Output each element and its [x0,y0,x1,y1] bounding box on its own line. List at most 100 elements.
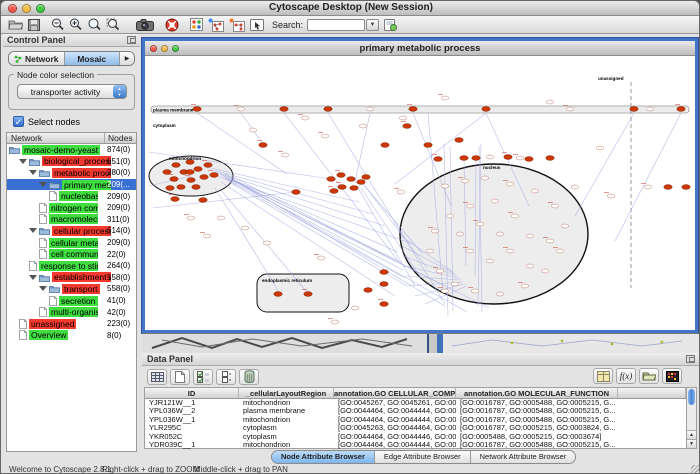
tree-item-primary-metabo[interactable]: primary metabo209(... [7,179,136,191]
tree-item-biological-process[interactable]: biological_process651(0) [7,156,136,168]
layout-icon[interactable] [190,17,203,33]
column-header[interactable]: annotation.GO CELLULAR_COMPONENT [334,388,456,398]
select-all-attributes-icon[interactable] [147,369,167,385]
table-cell[interactable]: YKR052C [145,433,239,441]
attribute-table-header[interactable]: ID_cellularLayoutRegionannotation.GO CEL… [145,388,686,399]
disclosure-triangle-icon[interactable] [29,228,37,233]
tree-item-response-to-stimulu[interactable]: response to stimulu264(0) [7,260,136,272]
new-attribute-icon[interactable] [170,369,190,385]
zoom-out-icon[interactable] [51,17,64,33]
float-panel-icon[interactable] [686,355,695,363]
select-attributes-icon[interactable] [193,369,213,385]
link-out-icon[interactable] [384,17,397,33]
search-dropdown-button[interactable]: ▼ [366,19,379,31]
table-cell[interactable]: [GO:0016787, GO:0005488, GO:0005215, G..… [456,416,618,424]
tree-item-nucleobase-[interactable]: nucleobase-209(0) [7,190,136,202]
table-cell[interactable]: [GO:0016787, GO:0005215, GO:0003824, G..… [456,424,618,432]
table-cell[interactable]: YPL036W__2 [145,407,239,415]
network-window-titlebar[interactable]: primary metabolic process [145,41,695,56]
snapshot-icon[interactable] [136,17,154,33]
table-cell[interactable]: [GO:0044464, GO:0044444, GO:0044425, G..… [334,407,456,415]
zoom-selected-icon[interactable] [87,17,101,33]
table-cell[interactable]: [GO:0005488, GO:0005215, GO:0003674] [456,433,618,441]
table-row[interactable]: YKR052Ccytoplasm[GO:0044464, GO:0044446,… [145,433,686,441]
tree-item-metabolic-process[interactable]: metabolic process280(0) [7,167,136,179]
column-header[interactable]: _cellularLayoutRegion [239,388,334,398]
help-icon[interactable] [165,17,179,33]
tab-mosaic[interactable]: Mosaic [65,52,121,65]
table-cell[interactable]: [GO:0044464, GO:0044444, GO:0044425, G..… [334,441,456,449]
heatmap-icon[interactable] [662,368,682,384]
disclosure-triangle-icon[interactable] [19,159,27,164]
tree-item-unassigned[interactable]: unassigned223(0) [7,318,136,330]
table-cell[interactable]: plasma membrane [239,407,334,415]
table-cell[interactable]: cytoplasm [239,433,334,441]
table-row[interactable]: YPL036W__1mitochondrion[GO:0044464, GO:0… [145,416,686,424]
disclosure-triangle-icon[interactable] [39,182,47,187]
table-cell[interactable]: [GO:0044464, GO:0044444, GO:0044425, G..… [334,416,456,424]
table-cell[interactable]: YDR039C__1 [145,441,239,449]
scroll-up-button[interactable]: ▲ [687,430,696,439]
open-session-icon[interactable] [8,17,23,33]
scrollbar-thumb[interactable] [688,389,695,405]
table-cell[interactable]: YJR121W__1 [145,399,239,407]
table-scrollbar[interactable]: ▲ ▼ [686,387,697,449]
tab-network-attribute-browser[interactable]: Network Attribute Browser [471,451,576,463]
disclosure-triangle-icon[interactable] [29,275,37,280]
search-input[interactable] [307,19,365,31]
table-row[interactable]: YPL036W__2plasma membrane[GO:0044464, GO… [145,407,686,415]
select-nodes-checkbox[interactable]: ✓ [13,116,24,127]
tree-item-cell-communicat[interactable]: cell communicat22(0) [7,248,136,260]
table-cell[interactable]: [GO:0016787, GO:0005488, GO:0005215, G..… [456,441,618,449]
tree-item-mosaic-demo-yeast[interactable]: mosaic-demo-yeast874(0) [7,144,136,156]
table-cell[interactable]: mitochondrion [239,399,334,407]
unselect-attributes-icon[interactable] [216,369,236,385]
float-panel-icon[interactable] [127,36,136,44]
scroll-down-button[interactable]: ▼ [687,439,696,448]
table-row[interactable]: YDR039C__1mitochondrion[GO:0044464, GO:0… [145,441,686,449]
delete-attribute-icon[interactable] [239,369,259,385]
tree-item-establishment-of-lo[interactable]: establishment of lo558(0) [7,272,136,284]
tree-item-overview[interactable]: Overview8(0) [7,330,136,342]
node-color-dropdown[interactable]: transporter activity ▲▼ [17,84,127,99]
disclosure-triangle-icon[interactable] [29,170,37,175]
zoom-fit-icon[interactable] [106,17,120,33]
zoom-in-icon[interactable] [69,17,82,33]
tree-item-nitrogen-compo[interactable]: nitrogen compo209(0) [7,202,136,214]
tab-network[interactable]: Network [9,52,65,65]
tab-overflow-arrow[interactable]: ▶ [120,52,134,65]
table-cell[interactable]: YLR295C [145,424,239,432]
resize-grip[interactable] [691,465,700,474]
table-cell[interactable]: cytoplasm [239,424,334,432]
table-row[interactable]: YJR121W__1mitochondrion[GO:0045267, GO:0… [145,399,686,407]
tree-item-transport[interactable]: transport558(0) [7,283,136,295]
table-cell[interactable]: mitochondrion [239,441,334,449]
modify-network-icon[interactable] [208,17,224,33]
network-canvas[interactable]: plasma membranecytoplasmmitochondrionnuc… [145,56,695,330]
tree-item-multi-organism-pro[interactable]: multi-organism pro42(0) [7,306,136,318]
attribute-table-body[interactable]: YJR121W__1mitochondrion[GO:0045267, GO:0… [145,399,686,449]
table-cell[interactable]: [GO:0045263, GO:0044464, GO:0044455, G..… [334,424,456,432]
column-header[interactable]: ID [145,388,239,398]
table-cell[interactable]: [GO:0044464, GO:0044446, GO:0044444, G..… [334,433,456,441]
attribute-table-icon[interactable] [593,368,613,384]
tree-item-secretion[interactable]: secretion41(0) [7,295,136,307]
table-cell[interactable]: [GO:0016787, GO:0005488, GO:0005215, G..… [456,399,618,407]
table-cell[interactable]: YPL036W__1 [145,416,239,424]
tree-item-cellular-metabo[interactable]: cellular metabo209(0) [7,237,136,249]
disclosure-triangle-icon[interactable] [39,286,47,291]
table-cell[interactable]: [GO:0045267, GO:0045261, GO:0044464, G..… [334,399,456,407]
attribute-table[interactable]: ID_cellularLayoutRegionannotation.GO CEL… [144,387,687,449]
column-header[interactable]: annotation.GO MOLECULAR_FUNCTION [456,388,618,398]
save-session-icon[interactable] [28,17,40,33]
table-cell[interactable]: [GO:0016787, GO:0005488, GO:0005215, G..… [456,407,618,415]
tab-node-attribute-browser[interactable]: Node Attribute Browser [272,451,375,463]
modify-network-icon-2[interactable] [229,17,245,33]
import-attributes-icon[interactable] [639,368,659,384]
tree-item-macromolecule[interactable]: macromolecule311(0) [7,214,136,226]
tab-edge-attribute-browser[interactable]: Edge Attribute Browser [375,451,471,463]
table-cell[interactable]: mitochondrion [239,416,334,424]
annotation-icon[interactable] [250,17,264,33]
tree-item-cellular-process[interactable]: cellular process614(0) [7,225,136,237]
function-builder-icon[interactable]: f(x) [616,368,636,384]
